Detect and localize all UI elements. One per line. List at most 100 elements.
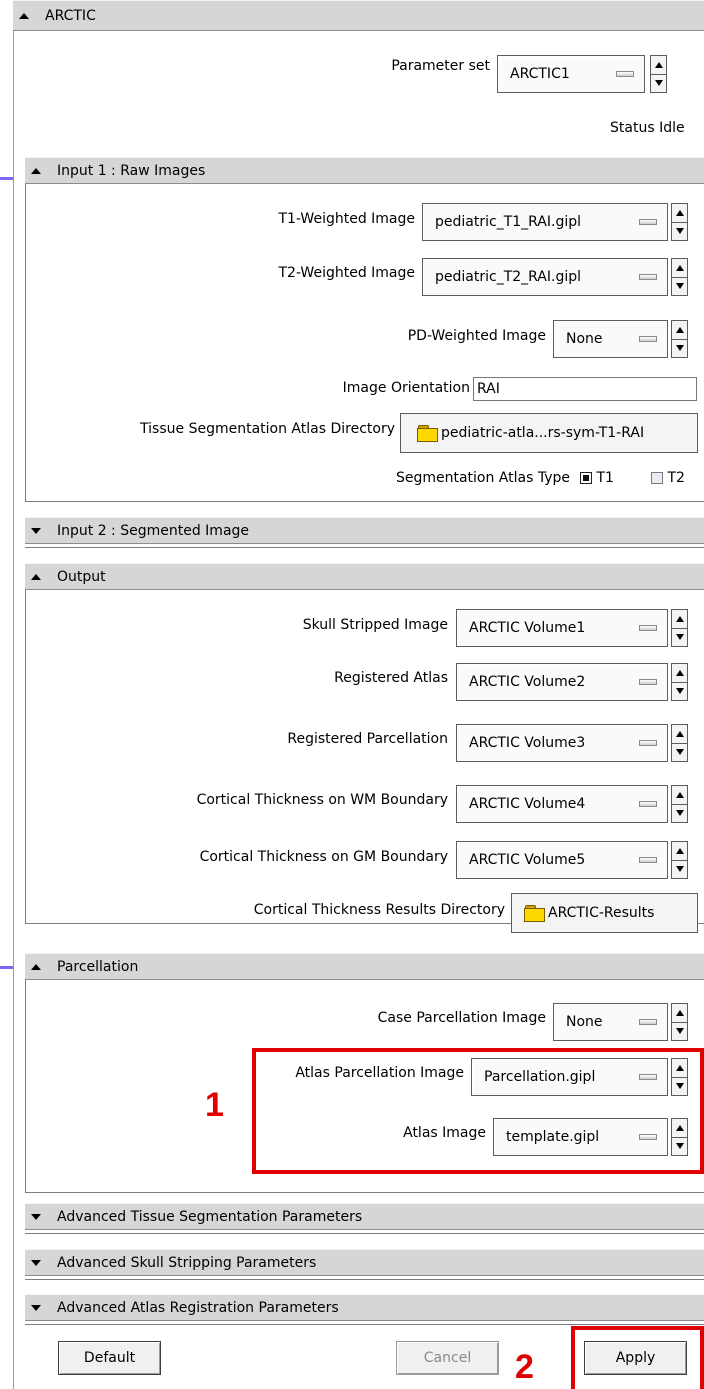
- checked-checkbox-icon: [580, 472, 592, 484]
- indent-marker: [0, 966, 13, 969]
- case-parcellation-value: None: [566, 1014, 603, 1030]
- t2-label: T2-Weighted Image: [278, 265, 415, 281]
- option-menu-icon: [639, 625, 657, 631]
- option-menu-icon: [639, 801, 657, 807]
- orientation-label: Image Orientation: [342, 380, 470, 396]
- input2-header[interactable]: Input 2 : Segmented Image: [25, 517, 704, 544]
- t2-image-value: pediatric_T2_RAI.gipl: [435, 269, 582, 285]
- registered-parcellation-spinner[interactable]: [671, 724, 688, 762]
- ct-wm-menu[interactable]: ARCTIC Volume4: [456, 785, 668, 823]
- advanced-atlas-reg-strip: [25, 1321, 704, 1325]
- expand-arrow-icon: [31, 1304, 41, 1311]
- parameter-set-spinner[interactable]: [650, 55, 667, 93]
- registered-parcellation-label: Registered Parcellation: [287, 731, 448, 747]
- option-menu-icon: [639, 336, 657, 342]
- option-menu-icon: [616, 71, 634, 77]
- arctic-header[interactable]: ARCTIC: [13, 0, 704, 31]
- skull-stripped-label: Skull Stripped Image: [302, 617, 448, 633]
- registered-atlas-label: Registered Atlas: [334, 670, 448, 686]
- annotation-box-2: [571, 1326, 704, 1389]
- unchecked-checkbox-icon: [651, 472, 663, 484]
- arrow-down-icon: [675, 228, 684, 234]
- output-header-label: Output: [57, 568, 106, 585]
- atlas-dir-label: Tissue Segmentation Atlas Directory: [140, 421, 395, 437]
- t2-image-spinner[interactable]: [671, 258, 688, 296]
- input1-header[interactable]: Input 1 : Raw Images: [25, 157, 704, 184]
- advanced-skull-strip: [25, 1276, 704, 1280]
- registered-atlas-menu[interactable]: ARCTIC Volume2: [456, 663, 668, 701]
- status-value: Idle: [659, 120, 685, 136]
- registered-parcellation-menu[interactable]: ARCTIC Volume3: [456, 724, 668, 762]
- atlas-type-label: Segmentation Atlas Type: [395, 470, 570, 486]
- ct-gm-label: Cortical Thickness on GM Boundary: [199, 849, 448, 865]
- arrow-up-icon: [675, 792, 684, 798]
- ct-wm-value: ARCTIC Volume4: [469, 796, 586, 812]
- atlas-dir-value: pediatric-atla...rs-sym-T1-RAI: [441, 425, 645, 441]
- ct-gm-spinner[interactable]: [671, 841, 688, 879]
- collapse-arrow-icon: [31, 573, 41, 580]
- ct-dir-button[interactable]: ARCTIC-Results: [511, 893, 698, 933]
- arrow-up-icon: [675, 731, 684, 737]
- case-parcellation-spinner[interactable]: [671, 1003, 688, 1041]
- default-button[interactable]: Default: [58, 1341, 161, 1375]
- atlas-dir-button[interactable]: pediatric-atla...rs-sym-T1-RAI: [400, 413, 698, 453]
- advanced-skull-header[interactable]: Advanced Skull Stripping Parameters: [25, 1249, 704, 1276]
- arrow-down-icon: [675, 866, 684, 872]
- ct-dir-value: ARCTIC-Results: [548, 905, 655, 921]
- ct-gm-value: ARCTIC Volume5: [469, 852, 586, 868]
- arrow-down-icon: [675, 749, 684, 755]
- option-menu-icon: [639, 274, 657, 280]
- arrow-down-icon: [675, 810, 684, 816]
- annotation-label-1: 1: [205, 1086, 224, 1124]
- option-menu-icon: [639, 679, 657, 685]
- registered-atlas-spinner[interactable]: [671, 663, 688, 701]
- t2-image-menu[interactable]: pediatric_T2_RAI.gipl: [422, 258, 668, 296]
- folder-icon: [417, 424, 438, 442]
- case-parcellation-menu[interactable]: None: [553, 1003, 668, 1041]
- advanced-tissue-header[interactable]: Advanced Tissue Segmentation Parameters: [25, 1203, 704, 1230]
- status-label: Status: [610, 120, 655, 136]
- arrow-up-icon: [654, 62, 663, 68]
- option-menu-icon: [639, 740, 657, 746]
- arrow-up-icon: [675, 210, 684, 216]
- folder-icon: [524, 904, 545, 922]
- annotation-label-2: 2: [515, 1348, 534, 1386]
- collapse-arrow-icon: [31, 167, 41, 174]
- pd-image-spinner[interactable]: [671, 320, 688, 358]
- option-menu-icon: [639, 1019, 657, 1025]
- advanced-atlas-reg-header[interactable]: Advanced Atlas Registration Parameters: [25, 1294, 704, 1321]
- input1-header-label: Input 1 : Raw Images: [57, 162, 206, 179]
- t1-image-spinner[interactable]: [671, 203, 688, 241]
- arrow-down-icon: [675, 345, 684, 351]
- status-row: Status Idle: [610, 120, 704, 136]
- arrow-up-icon: [675, 670, 684, 676]
- advanced-atlas-reg-label: Advanced Atlas Registration Parameters: [57, 1299, 339, 1316]
- skull-stripped-spinner[interactable]: [671, 609, 688, 647]
- case-parcellation-label: Case Parcellation Image: [377, 1010, 546, 1026]
- arrow-up-icon: [675, 848, 684, 854]
- advanced-tissue-label: Advanced Tissue Segmentation Parameters: [57, 1208, 363, 1225]
- atlas-type-t1-option[interactable]: T1: [580, 470, 622, 486]
- t1-image-value: pediatric_T1_RAI.gipl: [435, 214, 582, 230]
- arrow-down-icon: [675, 283, 684, 289]
- output-header[interactable]: Output: [25, 563, 704, 590]
- pd-image-value: None: [566, 331, 603, 347]
- cancel-button[interactable]: Cancel: [396, 1341, 499, 1375]
- parcellation-header[interactable]: Parcellation: [25, 953, 704, 980]
- parameter-set-menu[interactable]: ARCTIC1: [497, 55, 645, 93]
- expand-arrow-icon: [31, 1213, 41, 1220]
- option-menu-icon: [639, 219, 657, 225]
- arrow-up-icon: [675, 265, 684, 271]
- ct-gm-menu[interactable]: ARCTIC Volume5: [456, 841, 668, 879]
- skull-stripped-menu[interactable]: ARCTIC Volume1: [456, 609, 668, 647]
- expand-arrow-icon: [31, 527, 41, 534]
- t1-image-menu[interactable]: pediatric_T1_RAI.gipl: [422, 203, 668, 241]
- orientation-input[interactable]: RAI: [473, 377, 697, 401]
- pd-image-menu[interactable]: None: [553, 320, 668, 358]
- arrow-down-icon: [675, 1028, 684, 1034]
- atlas-type-t2-option[interactable]: T2: [651, 470, 693, 486]
- ct-wm-spinner[interactable]: [671, 785, 688, 823]
- input2-header-label: Input 2 : Segmented Image: [57, 522, 250, 539]
- expand-arrow-icon: [31, 1259, 41, 1266]
- left-border: [13, 0, 14, 1389]
